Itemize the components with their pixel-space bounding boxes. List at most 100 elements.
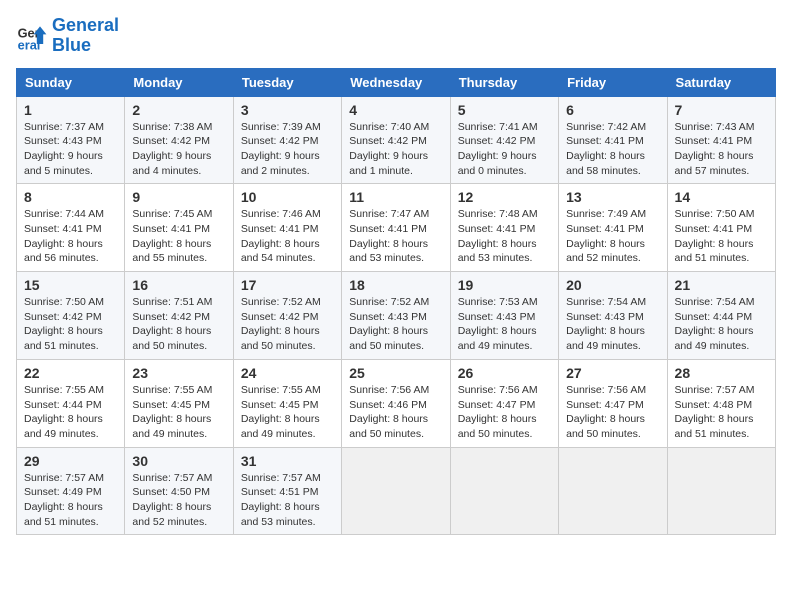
day-info: Sunrise: 7:50 AM Sunset: 4:42 PM Dayligh… bbox=[24, 295, 117, 354]
day-info: Sunrise: 7:48 AM Sunset: 4:41 PM Dayligh… bbox=[458, 207, 551, 266]
day-number: 25 bbox=[349, 365, 442, 381]
day-cell bbox=[450, 447, 558, 535]
day-cell: 15 Sunrise: 7:50 AM Sunset: 4:42 PM Dayli… bbox=[17, 272, 125, 360]
day-number: 5 bbox=[458, 102, 551, 118]
day-number: 15 bbox=[24, 277, 117, 293]
col-header-saturday: Saturday bbox=[667, 68, 775, 96]
day-info: Sunrise: 7:51 AM Sunset: 4:42 PM Dayligh… bbox=[132, 295, 225, 354]
col-header-friday: Friday bbox=[559, 68, 667, 96]
day-number: 10 bbox=[241, 189, 334, 205]
day-cell: 3Sunrise: 7:39 AM Sunset: 4:42 PM Daylig… bbox=[233, 96, 341, 184]
day-cell bbox=[342, 447, 450, 535]
day-number: 16 bbox=[132, 277, 225, 293]
col-header-sunday: Sunday bbox=[17, 68, 125, 96]
day-cell: 26 Sunrise: 7:56 AM Sunset: 4:47 PM Dayli… bbox=[450, 359, 558, 447]
day-number: 30 bbox=[132, 453, 225, 469]
day-cell: 1Sunrise: 7:37 AM Sunset: 4:43 PM Daylig… bbox=[17, 96, 125, 184]
day-info: Sunrise: 7:54 AM Sunset: 4:43 PM Dayligh… bbox=[566, 295, 659, 354]
day-info: Sunrise: 7:42 AM Sunset: 4:41 PM Dayligh… bbox=[566, 120, 659, 179]
page-header: Gen eral General Blue bbox=[16, 16, 776, 56]
day-cell: 5 Sunrise: 7:41 AM Sunset: 4:42 PM Daylig… bbox=[450, 96, 558, 184]
day-cell: 4 Sunrise: 7:40 AM Sunset: 4:42 PM Daylig… bbox=[342, 96, 450, 184]
week-row-2: 8 Sunrise: 7:44 AM Sunset: 4:41 PM Daylig… bbox=[17, 184, 776, 272]
day-info: Sunrise: 7:39 AM Sunset: 4:42 PM Dayligh… bbox=[241, 120, 334, 179]
day-cell: 19Sunrise: 7:53 AM Sunset: 4:43 PM Dayli… bbox=[450, 272, 558, 360]
day-number: 31 bbox=[241, 453, 334, 469]
week-row-4: 22 Sunrise: 7:55 AM Sunset: 4:44 PM Dayli… bbox=[17, 359, 776, 447]
day-cell: 2Sunrise: 7:38 AM Sunset: 4:42 PM Daylig… bbox=[125, 96, 233, 184]
day-cell: 20 Sunrise: 7:54 AM Sunset: 4:43 PM Dayli… bbox=[559, 272, 667, 360]
day-cell: 16 Sunrise: 7:51 AM Sunset: 4:42 PM Dayli… bbox=[125, 272, 233, 360]
day-cell: 13Sunrise: 7:49 AM Sunset: 4:41 PM Dayli… bbox=[559, 184, 667, 272]
day-info: Sunrise: 7:47 AM Sunset: 4:41 PM Dayligh… bbox=[349, 207, 442, 266]
day-cell: 18Sunrise: 7:52 AM Sunset: 4:43 PM Dayli… bbox=[342, 272, 450, 360]
day-number: 26 bbox=[458, 365, 551, 381]
day-cell: 11 Sunrise: 7:47 AM Sunset: 4:41 PM Dayli… bbox=[342, 184, 450, 272]
day-cell: 28Sunrise: 7:57 AM Sunset: 4:48 PM Dayli… bbox=[667, 359, 775, 447]
day-number: 21 bbox=[675, 277, 768, 293]
day-info: Sunrise: 7:56 AM Sunset: 4:47 PM Dayligh… bbox=[458, 383, 551, 442]
day-cell: 25 Sunrise: 7:56 AM Sunset: 4:46 PM Dayli… bbox=[342, 359, 450, 447]
week-row-1: 1Sunrise: 7:37 AM Sunset: 4:43 PM Daylig… bbox=[17, 96, 776, 184]
day-info: Sunrise: 7:57 AM Sunset: 4:48 PM Dayligh… bbox=[675, 383, 768, 442]
col-header-tuesday: Tuesday bbox=[233, 68, 341, 96]
day-cell: 30 Sunrise: 7:57 AM Sunset: 4:50 PM Dayli… bbox=[125, 447, 233, 535]
day-number: 13 bbox=[566, 189, 659, 205]
day-cell: 24 Sunrise: 7:55 AM Sunset: 4:45 PM Dayli… bbox=[233, 359, 341, 447]
day-info: Sunrise: 7:41 AM Sunset: 4:42 PM Dayligh… bbox=[458, 120, 551, 179]
day-cell: 9Sunrise: 7:45 AM Sunset: 4:41 PM Daylig… bbox=[125, 184, 233, 272]
day-number: 23 bbox=[132, 365, 225, 381]
day-info: Sunrise: 7:40 AM Sunset: 4:42 PM Dayligh… bbox=[349, 120, 442, 179]
day-info: Sunrise: 7:43 AM Sunset: 4:41 PM Dayligh… bbox=[675, 120, 768, 179]
day-number: 4 bbox=[349, 102, 442, 118]
day-cell: 14Sunrise: 7:50 AM Sunset: 4:41 PM Dayli… bbox=[667, 184, 775, 272]
day-cell: 31 Sunrise: 7:57 AM Sunset: 4:51 PM Dayli… bbox=[233, 447, 341, 535]
day-number: 2 bbox=[132, 102, 225, 118]
day-number: 9 bbox=[132, 189, 225, 205]
day-cell: 12 Sunrise: 7:48 AM Sunset: 4:41 PM Dayli… bbox=[450, 184, 558, 272]
logo-text-line2: Blue bbox=[52, 36, 119, 56]
day-info: Sunrise: 7:54 AM Sunset: 4:44 PM Dayligh… bbox=[675, 295, 768, 354]
day-number: 22 bbox=[24, 365, 117, 381]
day-cell bbox=[559, 447, 667, 535]
header-row: SundayMondayTuesdayWednesdayThursdayFrid… bbox=[17, 68, 776, 96]
day-number: 8 bbox=[24, 189, 117, 205]
calendar-table: SundayMondayTuesdayWednesdayThursdayFrid… bbox=[16, 68, 776, 536]
week-row-3: 15 Sunrise: 7:50 AM Sunset: 4:42 PM Dayli… bbox=[17, 272, 776, 360]
day-info: Sunrise: 7:44 AM Sunset: 4:41 PM Dayligh… bbox=[24, 207, 117, 266]
day-number: 7 bbox=[675, 102, 768, 118]
day-number: 20 bbox=[566, 277, 659, 293]
day-number: 24 bbox=[241, 365, 334, 381]
day-cell bbox=[667, 447, 775, 535]
col-header-monday: Monday bbox=[125, 68, 233, 96]
day-cell: 10 Sunrise: 7:46 AM Sunset: 4:41 PM Dayli… bbox=[233, 184, 341, 272]
day-number: 29 bbox=[24, 453, 117, 469]
day-number: 11 bbox=[349, 189, 442, 205]
week-row-5: 29Sunrise: 7:57 AM Sunset: 4:49 PM Dayli… bbox=[17, 447, 776, 535]
day-cell: 6 Sunrise: 7:42 AM Sunset: 4:41 PM Daylig… bbox=[559, 96, 667, 184]
logo: Gen eral General Blue bbox=[16, 16, 119, 56]
day-info: Sunrise: 7:57 AM Sunset: 4:50 PM Dayligh… bbox=[132, 471, 225, 530]
day-number: 19 bbox=[458, 277, 551, 293]
day-number: 12 bbox=[458, 189, 551, 205]
day-number: 6 bbox=[566, 102, 659, 118]
day-cell: 29Sunrise: 7:57 AM Sunset: 4:49 PM Dayli… bbox=[17, 447, 125, 535]
day-cell: 17Sunrise: 7:52 AM Sunset: 4:42 PM Dayli… bbox=[233, 272, 341, 360]
day-cell: 8 Sunrise: 7:44 AM Sunset: 4:41 PM Daylig… bbox=[17, 184, 125, 272]
day-number: 18 bbox=[349, 277, 442, 293]
day-info: Sunrise: 7:55 AM Sunset: 4:45 PM Dayligh… bbox=[132, 383, 225, 442]
day-number: 27 bbox=[566, 365, 659, 381]
logo-icon: Gen eral bbox=[16, 20, 48, 52]
day-info: Sunrise: 7:46 AM Sunset: 4:41 PM Dayligh… bbox=[241, 207, 334, 266]
day-info: Sunrise: 7:55 AM Sunset: 4:44 PM Dayligh… bbox=[24, 383, 117, 442]
day-info: Sunrise: 7:57 AM Sunset: 4:51 PM Dayligh… bbox=[241, 471, 334, 530]
day-info: Sunrise: 7:56 AM Sunset: 4:46 PM Dayligh… bbox=[349, 383, 442, 442]
day-number: 14 bbox=[675, 189, 768, 205]
day-info: Sunrise: 7:37 AM Sunset: 4:43 PM Dayligh… bbox=[24, 120, 117, 179]
logo-text-line1: General bbox=[52, 16, 119, 36]
day-info: Sunrise: 7:56 AM Sunset: 4:47 PM Dayligh… bbox=[566, 383, 659, 442]
col-header-thursday: Thursday bbox=[450, 68, 558, 96]
day-info: Sunrise: 7:55 AM Sunset: 4:45 PM Dayligh… bbox=[241, 383, 334, 442]
day-cell: 23 Sunrise: 7:55 AM Sunset: 4:45 PM Dayli… bbox=[125, 359, 233, 447]
day-number: 17 bbox=[241, 277, 334, 293]
